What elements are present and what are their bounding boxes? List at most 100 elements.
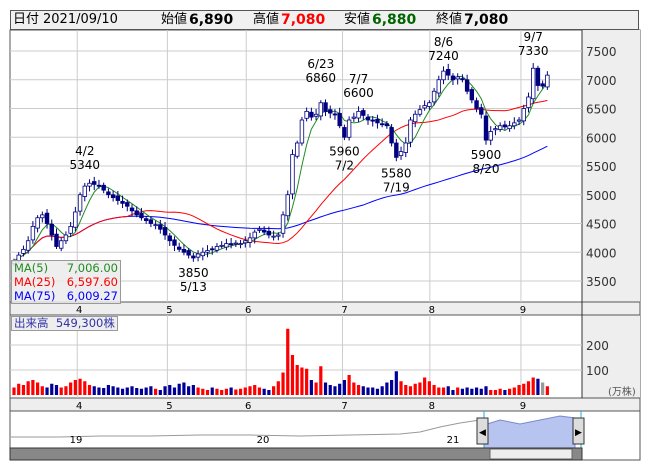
candle-down bbox=[540, 83, 545, 87]
volume-bar bbox=[508, 388, 512, 395]
candle-down bbox=[139, 212, 144, 219]
candle-down bbox=[384, 123, 390, 127]
candle-up bbox=[40, 214, 45, 219]
volume-bar bbox=[149, 386, 153, 395]
volume-bar bbox=[465, 387, 469, 395]
candle-down bbox=[332, 113, 338, 116]
candle-down bbox=[535, 67, 541, 86]
candle-down bbox=[186, 250, 191, 256]
volume-bar bbox=[272, 386, 276, 395]
candle-up bbox=[431, 90, 437, 103]
volume-bar bbox=[36, 382, 40, 395]
volume-bar bbox=[229, 387, 233, 395]
volume-bar bbox=[177, 383, 181, 395]
volume-bar bbox=[418, 382, 422, 395]
candle-down bbox=[143, 218, 149, 222]
candle-down bbox=[54, 233, 59, 247]
volume-bar bbox=[182, 382, 186, 395]
volume-bar bbox=[45, 387, 49, 395]
volume-bar bbox=[333, 386, 337, 395]
ma75-label: MA(75) bbox=[14, 289, 56, 303]
volume-bar bbox=[356, 385, 361, 395]
annotation-label: 7/19 bbox=[383, 180, 410, 194]
volume-bar bbox=[187, 386, 191, 395]
annotation-label: 7240 bbox=[428, 49, 459, 63]
volume-bar bbox=[342, 380, 346, 395]
price-tick-label: 5500 bbox=[586, 160, 617, 174]
volume-bar bbox=[73, 380, 77, 395]
candle-up bbox=[493, 128, 498, 131]
navigator-year-label: 21 bbox=[447, 435, 460, 446]
volume-bar bbox=[111, 386, 115, 395]
volume-bar bbox=[102, 388, 106, 395]
candle-up bbox=[285, 194, 290, 217]
scrollbar-thumb[interactable] bbox=[489, 448, 573, 460]
candle-up bbox=[455, 76, 460, 80]
volume-value: 549,300株 bbox=[55, 316, 115, 330]
chart-frame bbox=[9, 29, 641, 461]
annotation-label: 8/20 bbox=[473, 162, 500, 176]
candle-up bbox=[30, 225, 36, 241]
volume-bar bbox=[106, 385, 110, 395]
candle-down bbox=[191, 255, 196, 259]
volume-bar bbox=[328, 385, 332, 395]
volume-bar bbox=[139, 388, 144, 395]
candle-up bbox=[545, 74, 550, 88]
volume-legend: 出来高 549,300株 bbox=[11, 316, 118, 331]
candle-up bbox=[507, 125, 512, 130]
volume-bar bbox=[248, 386, 252, 395]
left-arrow-icon: ◀ bbox=[479, 428, 486, 438]
price-tick-label: 7500 bbox=[586, 45, 617, 59]
candle-up bbox=[59, 240, 64, 249]
annotation-label: 9/7 bbox=[524, 30, 543, 44]
candle-up bbox=[247, 237, 253, 243]
candle-down bbox=[92, 181, 97, 185]
volume-bar bbox=[366, 387, 370, 395]
volume-label: 出来高 bbox=[14, 316, 49, 330]
volume-bar bbox=[92, 386, 96, 395]
candle-up bbox=[346, 119, 352, 138]
price-tick-label: 6500 bbox=[586, 103, 617, 117]
volume-bar bbox=[300, 367, 304, 395]
candle-down bbox=[162, 227, 168, 236]
volume-bar bbox=[484, 386, 488, 395]
candle-down bbox=[450, 75, 456, 81]
volume-bar bbox=[441, 387, 446, 395]
candle-up bbox=[238, 243, 243, 246]
candle-up bbox=[73, 211, 78, 228]
price-tick-label: 7000 bbox=[586, 74, 617, 88]
candle-up bbox=[531, 67, 536, 100]
volume-bar bbox=[50, 383, 54, 395]
volume-bar bbox=[437, 387, 441, 395]
candle-up bbox=[441, 70, 446, 81]
volume-bar bbox=[309, 380, 313, 395]
ma5-legend: MA(5) 7,006.00 bbox=[12, 261, 120, 275]
volume-bar bbox=[399, 381, 403, 395]
volume-bar bbox=[163, 386, 167, 395]
candle-down bbox=[125, 202, 130, 207]
volume-bar bbox=[201, 388, 205, 395]
candle-down bbox=[172, 239, 177, 246]
stock-chart[interactable]: 3500 4000 4500 5000 5500 6000 6500 7000 7500 100 2… bbox=[0, 0, 653, 470]
candle-down bbox=[134, 210, 139, 216]
volume-bar bbox=[168, 385, 172, 395]
price-tick-label: 6000 bbox=[586, 131, 617, 145]
volume-bar bbox=[460, 388, 464, 395]
volume-bar bbox=[423, 377, 427, 395]
candle-down bbox=[337, 112, 342, 127]
candle-up bbox=[63, 234, 69, 242]
ma25-legend: MA(25) 6,597.60 bbox=[12, 275, 120, 289]
volume-bar bbox=[375, 388, 380, 395]
volume-bar bbox=[243, 387, 247, 395]
volume-bar bbox=[215, 388, 219, 395]
month-label: 9 bbox=[520, 305, 526, 316]
volume-bar bbox=[97, 387, 101, 395]
volume-bar bbox=[205, 390, 210, 395]
candle-up bbox=[516, 119, 522, 122]
volume-bar bbox=[451, 390, 455, 395]
volume-bar bbox=[234, 389, 238, 395]
volume-bar bbox=[470, 388, 474, 395]
candle-down bbox=[365, 116, 371, 121]
ma25-label: MA(25) bbox=[14, 275, 56, 289]
candle-up bbox=[299, 119, 305, 144]
